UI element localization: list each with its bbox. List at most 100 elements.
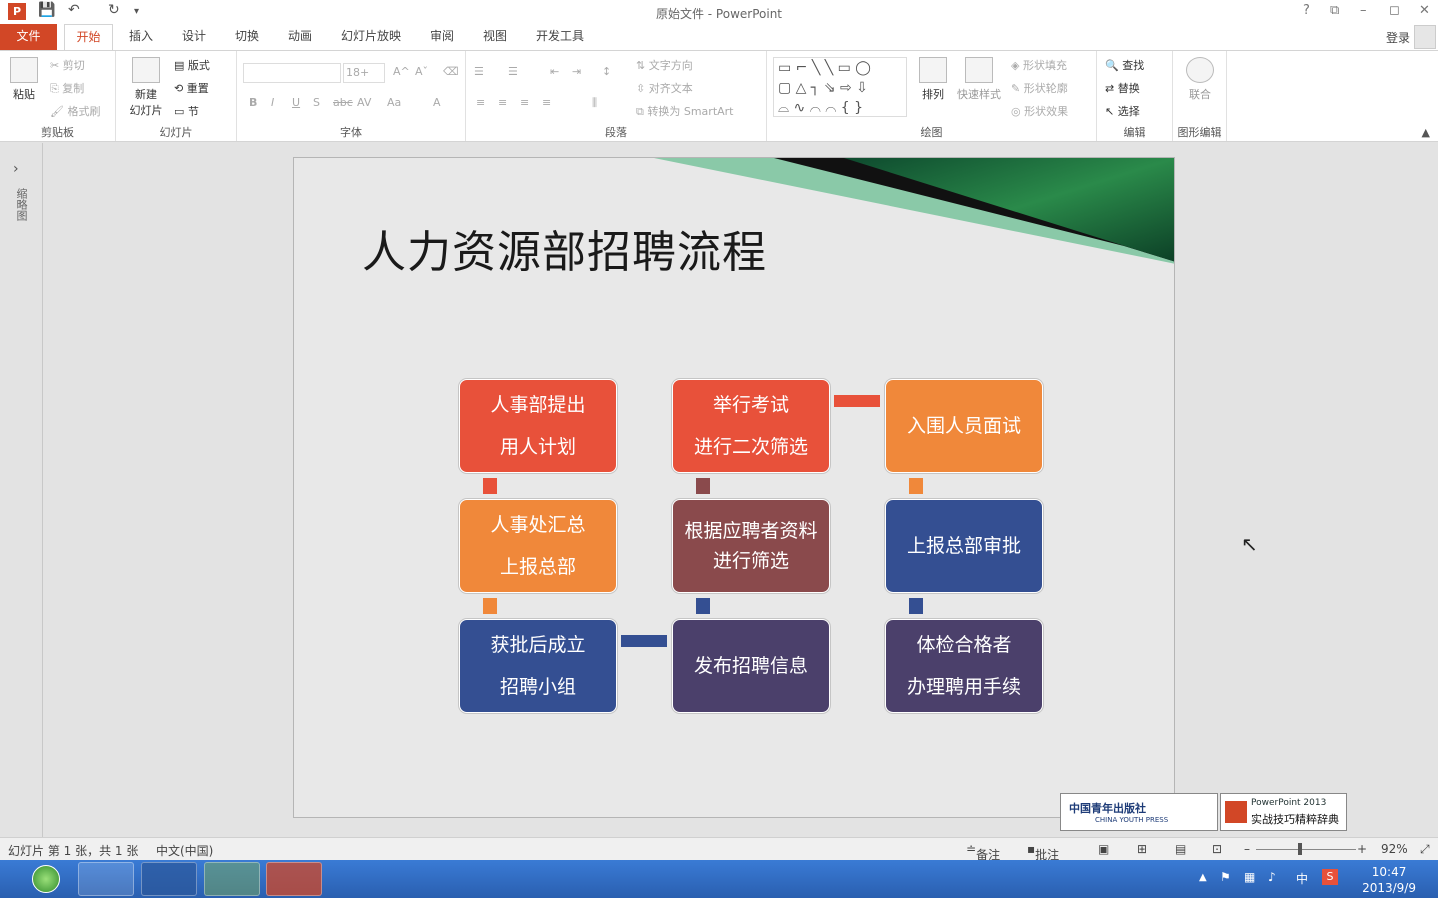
- layout-button[interactable]: ▤ 版式: [174, 57, 210, 73]
- sogou-icon[interactable]: S: [1322, 869, 1338, 885]
- format-painter-button[interactable]: 🖌 格式刷: [50, 103, 100, 119]
- font-color-button[interactable]: A: [433, 96, 441, 109]
- zoom-out-icon[interactable]: –: [1244, 842, 1250, 856]
- change-case-button[interactable]: Aa: [387, 96, 401, 109]
- shape-outline-button[interactable]: ✎ 形状轮廓: [1011, 80, 1068, 96]
- flow-box-4[interactable]: 人事处汇总 上报总部: [459, 499, 617, 593]
- increase-indent-icon[interactable]: ⇥: [572, 65, 581, 78]
- flow-box-5[interactable]: 根据应聘者资料 进行筛选: [672, 499, 830, 593]
- flow-box-3[interactable]: 入围人员面试: [885, 379, 1043, 473]
- shape-fill-button[interactable]: ◈ 形状填充: [1011, 57, 1067, 73]
- columns-icon[interactable]: ⫼: [592, 96, 597, 110]
- tab-developer[interactable]: 开发工具: [529, 24, 591, 50]
- text-direction-button[interactable]: ⇅ 文字方向: [636, 57, 693, 73]
- italic-button[interactable]: I: [271, 96, 274, 109]
- start-button[interactable]: [32, 865, 60, 893]
- tray-expand-icon[interactable]: ▲: [1199, 872, 1207, 883]
- zoom-in-icon[interactable]: +: [1357, 842, 1367, 856]
- flow-box-6[interactable]: 上报总部审批: [885, 499, 1043, 593]
- tab-review[interactable]: 审阅: [423, 24, 461, 50]
- replace-button[interactable]: ⇄ 替换: [1105, 80, 1140, 96]
- grow-font-icon[interactable]: A^: [393, 65, 410, 78]
- flow-box-2[interactable]: 举行考试 进行二次筛选: [672, 379, 830, 473]
- justify-icon[interactable]: ≡: [542, 96, 551, 109]
- bullets-icon[interactable]: ☰: [474, 65, 484, 78]
- flag-icon[interactable]: ⚑: [1220, 870, 1231, 884]
- tab-animations[interactable]: 动画: [281, 24, 319, 50]
- ime-indicator[interactable]: 中: [1296, 870, 1308, 887]
- network-icon[interactable]: ▦: [1244, 870, 1255, 884]
- flow-box-1[interactable]: 人事部提出 用人计划: [459, 379, 617, 473]
- section-button[interactable]: ▭ 节: [174, 103, 199, 119]
- minimize-icon[interactable]: –: [1360, 3, 1367, 18]
- cut-button[interactable]: ✂ 剪切: [50, 57, 85, 73]
- shape-effects-button[interactable]: ◎ 形状效果: [1011, 103, 1068, 119]
- align-left-icon[interactable]: ≡: [476, 96, 485, 109]
- shadow-button[interactable]: S: [313, 96, 320, 109]
- shrink-font-icon[interactable]: Aˇ: [415, 65, 428, 78]
- char-spacing-button[interactable]: AV: [357, 96, 371, 109]
- language-indicator[interactable]: 中文(中国): [156, 842, 213, 859]
- flow-box-8[interactable]: 发布招聘信息: [672, 619, 830, 713]
- shapes-gallery[interactable]: ▭ ⌐ ╲ ╲ ▭ ◯ ▢ △ ┐ ⇘ ⇨ ⇩ ⌓ ∿ ⌒ ⌒ { }: [773, 57, 907, 117]
- quick-styles-button[interactable]: 快速样式: [953, 57, 1005, 102]
- find-button[interactable]: 🔍 查找: [1105, 57, 1144, 73]
- app-taskbar-icon[interactable]: [204, 862, 260, 896]
- smartart-button[interactable]: ⧉ 转换为 SmartArt: [636, 103, 734, 119]
- align-right-icon[interactable]: ≡: [520, 96, 529, 109]
- expand-pane-icon[interactable]: ›: [13, 161, 19, 177]
- powerpoint-taskbar-icon[interactable]: [266, 862, 322, 896]
- tab-slideshow[interactable]: 幻灯片放映: [334, 24, 408, 50]
- slide-title[interactable]: 人力资源部招聘流程: [362, 216, 767, 280]
- notes-button[interactable]: ≐ 备注: [966, 842, 1000, 862]
- explorer-taskbar-icon[interactable]: [78, 862, 134, 896]
- arrange-button[interactable]: 排列: [915, 57, 951, 102]
- select-button[interactable]: ↖ 选择: [1105, 103, 1140, 119]
- reset-button[interactable]: ⟲ 重置: [174, 80, 209, 96]
- comments-button[interactable]: ▪ 批注: [1027, 842, 1059, 862]
- avatar[interactable]: [1414, 25, 1436, 49]
- tab-home[interactable]: 开始: [64, 24, 113, 51]
- tab-transitions[interactable]: 切换: [228, 24, 266, 50]
- strikethrough-button[interactable]: abc: [333, 96, 353, 109]
- volume-icon[interactable]: ♪: [1268, 870, 1276, 884]
- close-icon[interactable]: ✕: [1419, 3, 1430, 18]
- tab-insert[interactable]: 插入: [122, 24, 160, 50]
- tab-view[interactable]: 视图: [476, 24, 514, 50]
- align-center-icon[interactable]: ≡: [498, 96, 507, 109]
- help-icon[interactable]: ?: [1303, 3, 1310, 18]
- new-slide-button[interactable]: 新建 幻灯片: [122, 57, 170, 118]
- flow-box-7[interactable]: 获批后成立 招聘小组: [459, 619, 617, 713]
- slide-sorter-icon[interactable]: ⊞: [1137, 842, 1147, 856]
- maximize-icon[interactable]: ◻: [1389, 3, 1400, 18]
- flow-box-9[interactable]: 体检合格者 办理聘用手续: [885, 619, 1043, 713]
- reading-view-icon[interactable]: ▤: [1175, 842, 1186, 856]
- zoom-slider[interactable]: [1256, 849, 1356, 850]
- fit-slide-icon[interactable]: ⤢: [1420, 842, 1430, 857]
- clock[interactable]: 10:47 2013/9/9: [1362, 864, 1416, 896]
- bold-button[interactable]: B: [249, 96, 257, 109]
- union-button[interactable]: 联合: [1181, 57, 1219, 102]
- normal-view-icon[interactable]: ▣: [1098, 842, 1109, 856]
- underline-button[interactable]: U: [292, 96, 300, 109]
- tab-design[interactable]: 设计: [175, 24, 213, 50]
- slides-group-label: 幻灯片: [159, 126, 193, 139]
- collapse-ribbon-icon[interactable]: ▲: [1422, 126, 1430, 139]
- copy-button[interactable]: ⎘ 复制: [50, 80, 84, 96]
- font-size-select[interactable]: 18+: [343, 63, 385, 83]
- zoom-level[interactable]: 92%: [1381, 842, 1408, 856]
- align-text-button[interactable]: ⇳ 对齐文本: [636, 80, 693, 96]
- slideshow-view-icon[interactable]: ⊡: [1212, 842, 1222, 856]
- paste-button[interactable]: 粘贴: [6, 57, 42, 102]
- clear-formatting-icon[interactable]: ⌫: [443, 65, 459, 78]
- tab-file[interactable]: 文件: [0, 24, 57, 50]
- word-taskbar-icon[interactable]: [141, 862, 197, 896]
- numbering-icon[interactable]: ☰: [508, 65, 518, 78]
- font-name-select[interactable]: [243, 63, 341, 83]
- login-link[interactable]: 登录: [1386, 29, 1410, 46]
- ribbon-display-icon[interactable]: ⧉: [1330, 3, 1339, 18]
- zoom-slider-thumb[interactable]: [1298, 843, 1302, 855]
- line-spacing-icon[interactable]: ↕: [602, 65, 611, 78]
- decrease-indent-icon[interactable]: ⇤: [550, 65, 559, 78]
- slide-canvas[interactable]: 人力资源部招聘流程 人事部提出 用人计划 举行考试 进行二次筛选 入围人员面试 人事…: [293, 157, 1175, 818]
